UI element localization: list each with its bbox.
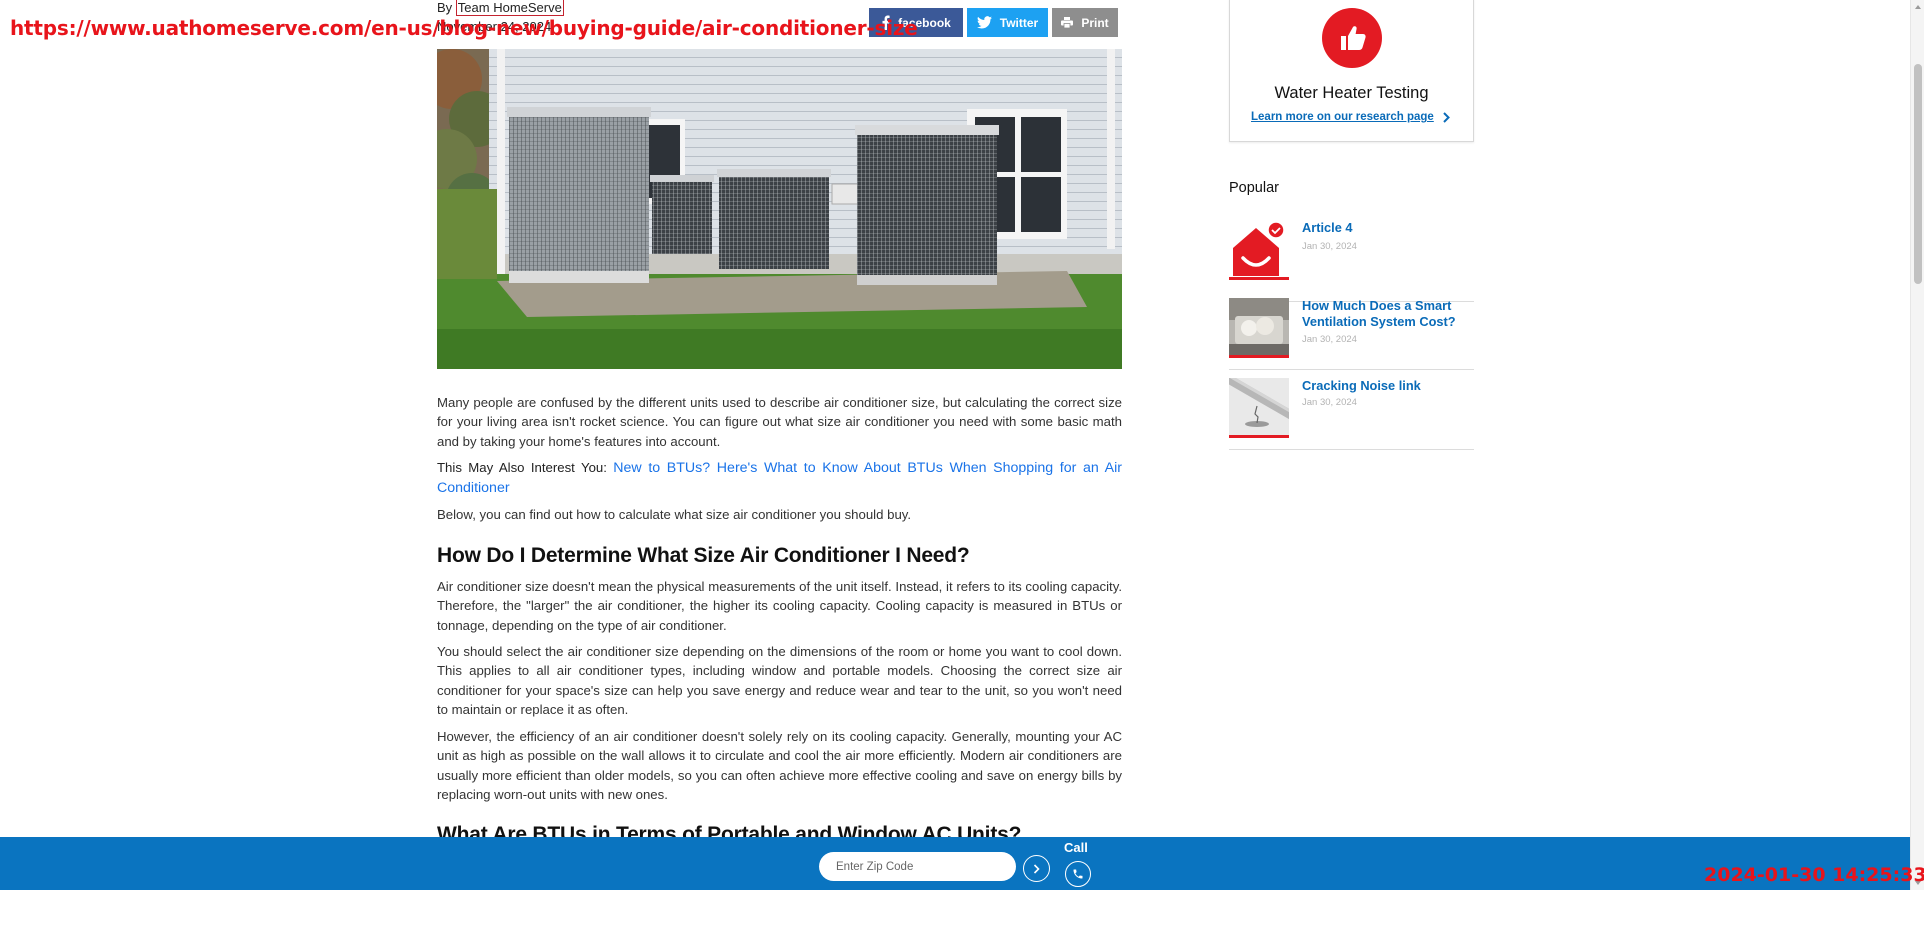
below-paragraph: Below, you can find out how to calculate…: [437, 507, 912, 522]
water-heater-testing-card: Water Heater Testing Learn more on our r…: [1229, 0, 1474, 142]
paragraph-room-size: You should select the air conditioner si…: [437, 644, 1122, 717]
scroll-up-arrow-icon[interactable]: [1913, 2, 1923, 12]
intro-paragraph: Many people are confused by the differen…: [437, 395, 1122, 449]
printer-icon: [1061, 17, 1074, 28]
research-link-label: Learn more on our research page: [1251, 111, 1434, 123]
thumbs-up-icon: [1322, 8, 1382, 68]
also-interest-line: This May Also Interest You: New to BTUs?…: [437, 458, 1122, 499]
chevron-right-icon: [1033, 863, 1040, 874]
call-label: Call: [1064, 840, 1088, 855]
twitter-label: Twitter: [999, 15, 1039, 30]
water-heater-testing-title: Water Heater Testing: [1274, 84, 1429, 102]
popular-item-date: Jan 30, 2024: [1302, 334, 1357, 345]
sticky-zip-call-bar: Call: [0, 837, 1910, 890]
house-smile-icon: [1229, 220, 1289, 280]
popular-item-date: Jan 30, 2024: [1302, 241, 1357, 252]
author-link[interactable]: Team HomeServe: [455, 0, 564, 16]
print-button[interactable]: Print: [1052, 8, 1118, 37]
timestamp-overlay: 2024-01-30 14:25:33: [1704, 864, 1924, 886]
below-viewport-strip: [0, 890, 1910, 941]
twitter-icon: [976, 16, 992, 29]
popular-heading: Popular: [1229, 180, 1279, 196]
popular-item[interactable]: Article 4 Jan 30, 2024: [1229, 220, 1474, 302]
research-page-link[interactable]: Learn more on our research page: [1251, 111, 1450, 123]
call-button[interactable]: [1065, 861, 1091, 887]
popular-item-date: Jan 30, 2024: [1302, 397, 1357, 408]
byline-prefix: By: [437, 0, 453, 15]
url-overlay: https://www.uathomeserve.com/en-us/blog-…: [10, 16, 918, 40]
also-interest-prefix: This May Also Interest You:: [437, 460, 607, 475]
popular-item[interactable]: How Much Does a Smart Ventilation System…: [1229, 298, 1474, 370]
phone-icon: [1073, 869, 1083, 879]
popular-item-title[interactable]: Cracking Noise link: [1302, 378, 1472, 394]
byline: By Team HomeServe: [437, 0, 564, 16]
twitter-share-button[interactable]: Twitter: [967, 8, 1048, 37]
page-scrollbar[interactable]: [1910, 0, 1924, 890]
hero-image-ac-units: [437, 49, 1122, 369]
paragraph-capacity: Air conditioner size doesn't mean the ph…: [437, 579, 1122, 633]
scrollbar-thumb[interactable]: [1914, 64, 1922, 284]
zip-code-input[interactable]: [819, 852, 1016, 881]
cracking-noise-thumbnail: [1229, 378, 1289, 438]
zip-submit-button[interactable]: [1023, 855, 1050, 882]
popular-item-title[interactable]: How Much Does a Smart Ventilation System…: [1302, 298, 1472, 330]
popular-item[interactable]: Cracking Noise link Jan 30, 2024: [1229, 378, 1474, 450]
chevron-right-icon: [1443, 111, 1450, 123]
smart-ventilation-thumbnail: [1229, 298, 1289, 358]
section-heading-determine-size: How Do I Determine What Size Air Conditi…: [437, 544, 970, 567]
popular-item-title[interactable]: Article 4: [1302, 220, 1472, 236]
paragraph-efficiency: However, the efficiency of an air condit…: [437, 729, 1122, 802]
print-label: Print: [1081, 15, 1109, 30]
